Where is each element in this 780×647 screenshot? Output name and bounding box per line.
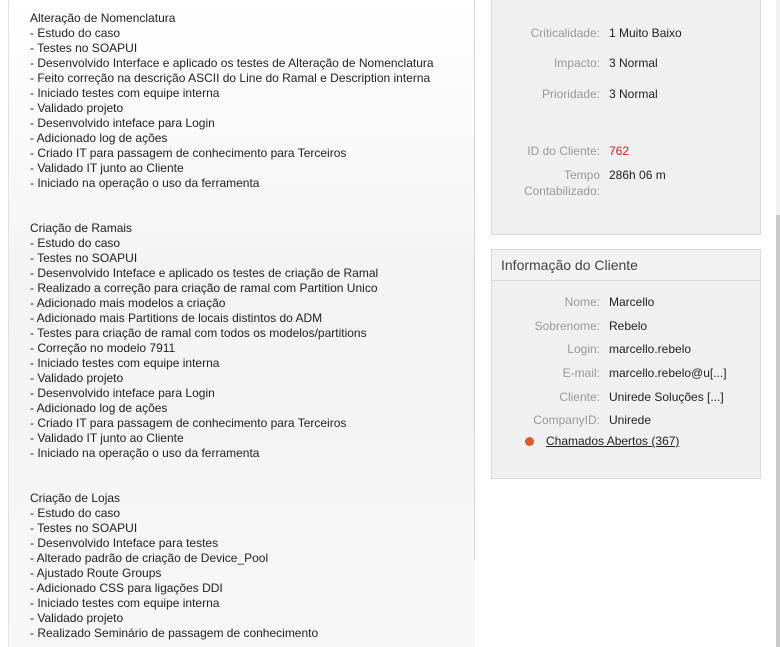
list-item: - Iniciado testes com equipe interna — [30, 86, 220, 100]
client-info-header: Informação do Cliente — [492, 250, 760, 281]
criticidade-label: Criticalidade: — [530, 26, 600, 40]
list-item: - Desenvolvido Interface e aplicado os t… — [30, 56, 434, 70]
list-item: - Iniciado na operação o uso da ferramen… — [30, 176, 260, 190]
section-title: Criação de Lojas — [30, 491, 121, 505]
scrollbar-track[interactable] — [776, 0, 780, 215]
sobrenome-value: Rebelo — [609, 319, 648, 333]
tempo-value: 286h 06 m — [609, 168, 666, 182]
list-item: - Estudo do caso — [30, 26, 121, 40]
scrollbar-thumb[interactable] — [776, 215, 780, 647]
list-item: - Testes no SOAPUI — [30, 251, 138, 265]
notes-list: Alteração de Nomenclatura - Estudo do ca… — [30, 11, 475, 647]
list-item: - Iniciado na operação o uso da ferramen… — [30, 446, 260, 460]
list-item: - Criado IT para passagem de conheciment… — [30, 146, 347, 160]
list-item: - Adicionado log de ações — [30, 401, 168, 415]
list-item: - Adicionado CSS para ligações DDI — [30, 581, 223, 595]
list-item: - Feito correção na descrição ASCII do L… — [30, 71, 431, 85]
list-item: - Realizado Seminário de passagem de con… — [30, 626, 319, 640]
list-item: - Validado IT junto ao Cliente — [30, 431, 184, 445]
notes-section-nomenclatura: Alteração de Nomenclatura - Estudo do ca… — [30, 11, 475, 191]
list-item: - Desenvolvido Inteface e aplicado os te… — [30, 266, 379, 280]
chamados-row: Chamados Abertos (367) — [492, 433, 760, 449]
tempo-label: Tempo Contabilizado: — [523, 168, 600, 198]
list-item: - Validado IT junto ao Cliente — [30, 161, 184, 175]
sobrenome-label: Sobrenome: — [534, 319, 600, 333]
login-label: Login: — [567, 342, 600, 356]
section-title: Alteração de Nomenclatura — [30, 11, 176, 25]
impacto-row: Impacto: 3 Normal — [492, 55, 760, 71]
panel-divider — [474, 0, 475, 560]
companyid-label: CompanyID: — [533, 413, 600, 427]
chamados-abertos-link[interactable]: Chamados Abertos (367) — [546, 433, 679, 449]
list-item: - Desenvolvido inteface para Login — [30, 116, 215, 130]
id-cliente-row: ID do Cliente: 762 — [492, 143, 760, 159]
login-value: marcello.rebelo — [609, 342, 692, 356]
notes-section-ramais: Criação de Ramais - Estudo do caso - Tes… — [30, 221, 475, 461]
email-row: E-mail: marcello.rebelo@u[...] — [492, 365, 760, 381]
id-cliente-label: ID do Cliente: — [527, 144, 600, 158]
criticidade-value: 1 Muito Baixo — [609, 26, 682, 40]
impacto-label: Impacto: — [553, 56, 600, 70]
section-title: Criação de Ramais — [30, 221, 133, 235]
list-item: - Adicionado mais modelos a criação — [30, 296, 226, 310]
companyid-value: Unirede — [609, 413, 652, 427]
criticidade-row: Criticalidade: 1 Muito Baixo — [492, 25, 760, 41]
list-item: - Realizado a correção para criação de r… — [30, 281, 378, 295]
ticket-details-box: Criticalidade: 1 Muito Baixo Impacto: 3 … — [491, 0, 761, 235]
tempo-row: Tempo Contabilizado: 286h 06 m — [492, 167, 760, 201]
list-item: - Estudo do caso — [30, 236, 121, 250]
list-item: - Desenvolvido inteface para Login — [30, 386, 215, 400]
list-item: - Validado projeto — [30, 371, 124, 385]
email-value: marcello.rebelo@u[...] — [609, 366, 727, 380]
list-item: - Criado IT para passagem de conheciment… — [30, 416, 347, 430]
list-item: - Iniciado testes com equipe interna — [30, 596, 220, 610]
prioridade-label: Prioridade: — [541, 87, 600, 101]
nome-label: Nome: — [564, 295, 600, 309]
cliente-label: Cliente: — [559, 390, 600, 404]
nome-value: Marcello — [609, 295, 655, 309]
login-row: Login: marcello.rebelo — [492, 341, 760, 357]
prioridade-value: 3 Normal — [609, 87, 658, 101]
prioridade-row: Prioridade: 3 Normal — [492, 86, 760, 102]
notes-section-lojas: Criação de Lojas - Estudo do caso - Test… — [30, 491, 475, 641]
ticket-notes-panel: Alteração de Nomenclatura - Estudo do ca… — [8, 0, 475, 647]
list-item: - Testes para criação de ramal com todos… — [30, 326, 367, 340]
id-cliente-value: 762 — [609, 144, 630, 158]
list-item: - Adicionado mais Partitions de locais d… — [30, 311, 323, 325]
list-item: - Correção no modelo 7911 — [30, 341, 176, 355]
list-item: - Ajustado Route Groups — [30, 566, 162, 580]
list-item: - Alterado padrão de criação de Device_P… — [30, 551, 269, 565]
cliente-value: Unirede Soluções [...] — [609, 390, 724, 404]
list-item: - Iniciado testes com equipe interna — [30, 356, 220, 370]
list-item: - Validado projeto — [30, 101, 124, 115]
companyid-row: CompanyID: Unirede — [492, 412, 760, 428]
list-item: - Testes no SOAPUI — [30, 41, 138, 55]
impacto-value: 3 Normal — [609, 56, 658, 70]
list-item: - Desenvolvido Inteface para testes — [30, 536, 219, 550]
email-label: E-mail: — [562, 366, 600, 380]
cliente-row: Cliente: Unirede Soluções [...] — [492, 389, 760, 405]
list-item: - Validado projeto — [30, 611, 124, 625]
client-info-box: Informação do Cliente Nome: Marcello Sob… — [491, 249, 761, 479]
list-item: - Adicionado log de ações — [30, 131, 168, 145]
nome-row: Nome: Marcello — [492, 294, 760, 310]
sobrenome-row: Sobrenome: Rebelo — [492, 318, 760, 334]
list-item: - Testes no SOAPUI — [30, 521, 138, 535]
list-item: - Estudo do caso — [30, 506, 121, 520]
status-dot-icon — [525, 437, 534, 446]
